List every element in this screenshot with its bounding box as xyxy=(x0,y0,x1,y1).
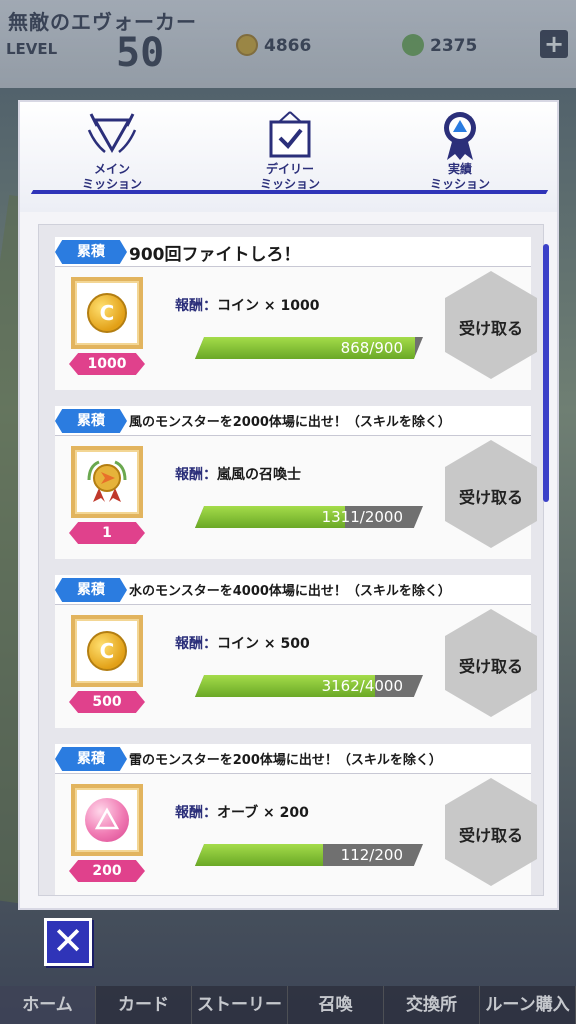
orb-icon xyxy=(402,34,424,56)
tab-main-mission-label: メイン ミッション xyxy=(81,162,142,191)
reward-key: 報酬 xyxy=(175,636,203,652)
orb-amount: 2375 xyxy=(430,36,478,56)
mission-body: 200 報酬：オーブ × 200 112/200 受け取る xyxy=(55,774,537,895)
progress-bar: 3162/4000 xyxy=(195,675,423,697)
crest-icon xyxy=(87,113,137,154)
level-value: 50 xyxy=(116,30,165,76)
tab-daily-mission-label: デイリー ミッション xyxy=(259,162,320,191)
tab-rune-shop[interactable]: ルーン購入 xyxy=(480,986,576,1024)
triangle-icon xyxy=(94,807,120,830)
reward-colon: ： xyxy=(203,298,217,314)
cumulative-badge: 累積 xyxy=(55,578,127,602)
claim-button[interactable]: 受け取る xyxy=(445,609,537,717)
progress-text: 3162/4000 xyxy=(321,677,403,695)
mission-header: 累積 風のモンスターを2000体場に出せ！（スキルを除く） xyxy=(55,406,531,436)
mission-title: 風のモンスターを2000体場に出せ！（スキルを除く） xyxy=(129,415,451,430)
claim-label: 受け取る xyxy=(458,657,523,676)
reward-label: 報酬：オーブ × 200 xyxy=(175,802,309,822)
reward-colon: ： xyxy=(203,467,217,483)
orb-icon xyxy=(85,798,129,842)
close-button[interactable]: ✕ xyxy=(44,918,92,966)
coin-icon xyxy=(236,34,258,56)
reward-label: 報酬：コイン × 1000 xyxy=(175,295,319,315)
mission-card: 累積 水のモンスターを4000体場に出せ！（スキルを除く） C 500 報酬：コ… xyxy=(55,575,537,728)
progress-bar: 868/900 xyxy=(195,337,423,359)
progress-text: 112/200 xyxy=(340,846,403,864)
mission-card: 累積 900回ファイトしろ！ C 1000 報酬：コイン × 1000 868/… xyxy=(55,237,537,390)
coin-amount: 4866 xyxy=(264,36,312,56)
claim-button[interactable]: 受け取る xyxy=(445,271,537,379)
claim-button[interactable]: 受け取る xyxy=(445,440,537,548)
mission-header: 累積 水のモンスターを4000体場に出せ！（スキルを除く） xyxy=(55,575,531,605)
mission-title: 水のモンスターを4000体場に出せ！（スキルを除く） xyxy=(129,584,451,599)
reward-quantity: 500 xyxy=(69,691,145,713)
progress-text: 1311/2000 xyxy=(321,508,403,526)
progress-fill xyxy=(195,844,323,866)
tab-daily-mission[interactable]: デイリー ミッション xyxy=(230,108,350,200)
status-bar: 無敵のエヴォーカー LEVEL 50 4866 2375 + xyxy=(0,0,576,88)
tab-achievement-mission[interactable]: 実績 ミッション xyxy=(400,108,520,200)
reward-value: コイン × 1000 xyxy=(217,298,320,314)
cumulative-badge: 累積 xyxy=(55,409,127,433)
mission-title: 900回ファイトしろ！ xyxy=(129,245,301,265)
mission-card: 累積 風のモンスターを2000体場に出せ！（スキルを除く） 1 報酬：嵐風の召喚… xyxy=(55,406,537,559)
reward-value: オーブ × 200 xyxy=(217,805,309,821)
tab-exchange[interactable]: 交換所 xyxy=(384,986,480,1024)
cumulative-badge: 累積 xyxy=(55,747,127,771)
tab-main-mission[interactable]: メイン ミッション xyxy=(52,108,172,200)
cumulative-badge: 累積 xyxy=(55,240,127,264)
add-currency-button[interactable]: + xyxy=(540,30,568,58)
claim-label: 受け取る xyxy=(458,826,523,845)
reward-quantity: 1 xyxy=(69,522,145,544)
mission-title: 雷のモンスターを200体場に出せ！（スキルを除く） xyxy=(129,753,442,768)
reward-label: 報酬：嵐風の召喚士 xyxy=(175,464,301,484)
tab-home[interactable]: ホーム xyxy=(0,986,96,1024)
list-scrollbar[interactable] xyxy=(543,244,549,502)
claim-button[interactable]: 受け取る xyxy=(445,778,537,886)
level-label: LEVEL xyxy=(6,40,58,58)
mission-card: 累積 雷のモンスターを200体場に出せ！（スキルを除く） 200 報酬：オーブ … xyxy=(55,744,537,895)
claim-label: 受け取る xyxy=(458,319,523,338)
player-name: 無敵のエヴォーカー xyxy=(8,10,197,34)
tab-achievement-mission-label: 実績 ミッション xyxy=(429,162,490,191)
calendar-check-icon xyxy=(269,111,311,158)
reward-key: 報酬 xyxy=(175,805,203,821)
medal-icon xyxy=(444,112,476,160)
mission-dialog: メイン ミッション デイリー ミッション 実績 ミッション 累積 900回ファイ… xyxy=(18,100,559,910)
reward-quantity: 200 xyxy=(69,860,145,882)
reward-frame xyxy=(71,446,143,518)
reward-colon: ： xyxy=(203,636,217,652)
progress-bar: 112/200 xyxy=(195,844,423,866)
mission-body: 1 報酬：嵐風の召喚士 1311/2000 受け取る xyxy=(55,436,537,559)
reward-colon: ： xyxy=(203,805,217,821)
tab-cards[interactable]: カード xyxy=(96,986,192,1024)
title-medal-icon xyxy=(87,460,127,502)
tab-summon[interactable]: 召喚 xyxy=(288,986,384,1024)
claim-label: 受け取る xyxy=(458,488,523,507)
reward-value: コイン × 500 xyxy=(217,636,310,652)
mission-header: 累積 900回ファイトしろ！ xyxy=(55,237,531,267)
reward-key: 報酬 xyxy=(175,467,203,483)
mission-header: 累積 雷のモンスターを200体場に出せ！（スキルを除く） xyxy=(55,744,531,774)
reward-frame: C xyxy=(71,615,143,687)
reward-quantity: 1000 xyxy=(69,353,145,375)
mission-list[interactable]: 累積 900回ファイトしろ！ C 1000 報酬：コイン × 1000 868/… xyxy=(38,224,544,896)
reward-frame xyxy=(71,784,143,856)
tab-underline xyxy=(30,190,549,194)
reward-label: 報酬：コイン × 500 xyxy=(175,633,310,653)
progress-bar: 1311/2000 xyxy=(195,506,423,528)
reward-value: 嵐風の召喚士 xyxy=(217,467,301,483)
progress-text: 868/900 xyxy=(340,339,403,357)
coin-icon: C xyxy=(87,631,127,671)
tab-story[interactable]: ストーリー xyxy=(192,986,288,1024)
bottom-tab-bar: ホーム カード ストーリー 召喚 交換所 ルーン購入 xyxy=(0,986,576,1024)
mission-body: C 500 報酬：コイン × 500 3162/4000 受け取る xyxy=(55,605,537,728)
mission-body: C 1000 報酬：コイン × 1000 868/900 受け取る xyxy=(55,267,537,390)
reward-key: 報酬 xyxy=(175,298,203,314)
reward-frame: C xyxy=(71,277,143,349)
coin-icon: C xyxy=(87,293,127,333)
